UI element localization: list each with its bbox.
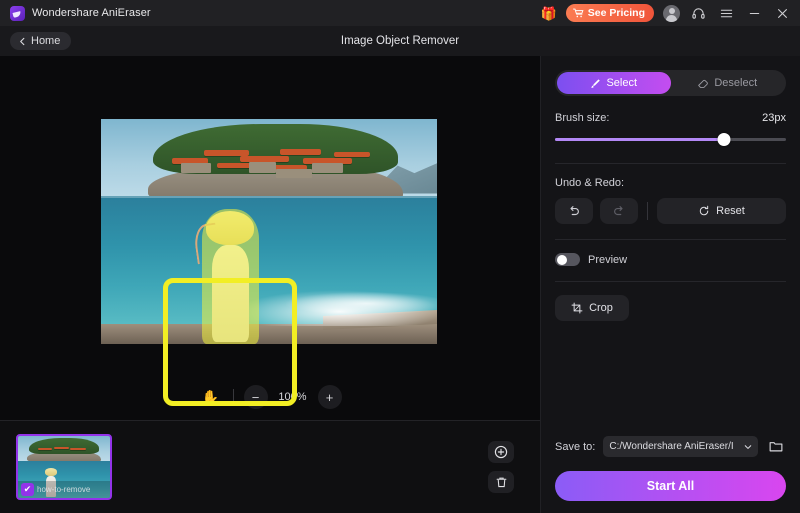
divider bbox=[555, 163, 786, 164]
app-brand: Wondershare AniEraser bbox=[10, 5, 151, 21]
main-body: ✋ − 100% + ✔ how-to-remove Select Desele… bbox=[0, 56, 800, 513]
selection-bounding-box[interactable] bbox=[163, 278, 297, 406]
app-title: Wondershare AniEraser bbox=[32, 7, 151, 19]
brush-size-value: 23px bbox=[762, 112, 786, 124]
start-all-button[interactable]: Start All bbox=[555, 471, 786, 501]
image-wave-foam-2 bbox=[285, 292, 437, 315]
selected-check-icon[interactable]: ✔ bbox=[21, 483, 34, 496]
minimize-icon[interactable] bbox=[745, 4, 764, 23]
filmstrip: ✔ how-to-remove bbox=[0, 420, 540, 513]
delete-image-button[interactable] bbox=[488, 471, 514, 493]
close-icon[interactable] bbox=[773, 4, 792, 23]
see-pricing-button[interactable]: See Pricing bbox=[565, 4, 654, 22]
filmstrip-actions bbox=[488, 421, 514, 513]
image-horizon-line bbox=[101, 195, 437, 198]
crop-icon bbox=[571, 302, 583, 314]
home-button[interactable]: Home bbox=[10, 32, 72, 50]
reset-label: Reset bbox=[716, 205, 745, 217]
user-avatar-icon[interactable] bbox=[663, 4, 680, 22]
page-title: Image Object Remover bbox=[340, 35, 460, 47]
redo-arrow-icon bbox=[614, 206, 623, 216]
thumbnail-filename: how-to-remove bbox=[37, 485, 91, 494]
undo-redo-label: Undo & Redo: bbox=[555, 177, 625, 189]
sub-header: Home Image Object Remover bbox=[0, 26, 800, 56]
browse-folder-button[interactable] bbox=[766, 437, 786, 457]
title-bar-actions: 🎁 See Pricing bbox=[541, 4, 792, 23]
slider-fill bbox=[555, 138, 724, 141]
aneraser-logo-icon bbox=[10, 5, 25, 21]
canvas-stage[interactable] bbox=[0, 56, 540, 406]
brush-size-label: Brush size: bbox=[555, 112, 610, 124]
title-bar: Wondershare AniEraser 🎁 See Pricing bbox=[0, 0, 800, 26]
add-image-button[interactable] bbox=[488, 441, 514, 463]
eraser-icon bbox=[698, 79, 709, 88]
save-path-dropdown[interactable]: C:/Wondershare AniEraser/I bbox=[603, 436, 758, 457]
image-island bbox=[148, 123, 404, 205]
brush-icon bbox=[591, 78, 601, 88]
gift-icon[interactable]: 🎁 bbox=[541, 7, 557, 20]
divider bbox=[647, 202, 648, 220]
list-item[interactable]: ✔ how-to-remove bbox=[16, 434, 112, 500]
save-to-row: Save to: C:/Wondershare AniEraser/I bbox=[555, 436, 786, 457]
divider bbox=[555, 281, 786, 282]
save-to-label: Save to: bbox=[555, 440, 596, 453]
panel-spacer bbox=[555, 335, 786, 436]
deselect-mode-button[interactable]: Deselect bbox=[671, 72, 785, 94]
image-island-buildings bbox=[163, 145, 388, 184]
reset-button[interactable]: Reset bbox=[657, 198, 786, 224]
redo-button[interactable] bbox=[600, 198, 638, 224]
see-pricing-label: See Pricing bbox=[587, 7, 645, 19]
zoom-in-button[interactable]: + bbox=[317, 385, 342, 409]
trash-icon bbox=[496, 477, 506, 487]
tools-panel: Select Deselect Brush size: 23px Undo & … bbox=[540, 56, 800, 513]
aneraser-window: Wondershare AniEraser 🎁 See Pricing Home… bbox=[0, 0, 800, 513]
thumbnail-caption: ✔ how-to-remove bbox=[18, 481, 110, 498]
brush-size-slider[interactable] bbox=[555, 133, 786, 147]
mode-toggle-group: Select Deselect bbox=[555, 70, 786, 96]
headset-icon[interactable] bbox=[689, 4, 708, 23]
cart-icon bbox=[572, 8, 584, 18]
hamburger-menu-icon[interactable] bbox=[717, 4, 736, 23]
editor-area: ✋ − 100% + ✔ how-to-remove bbox=[0, 56, 540, 513]
chevron-left-icon bbox=[20, 37, 25, 45]
undo-button[interactable] bbox=[555, 198, 593, 224]
brush-size-row: Brush size: 23px bbox=[555, 112, 786, 124]
crop-button[interactable]: Crop bbox=[555, 295, 629, 321]
select-mode-button[interactable]: Select bbox=[557, 72, 671, 94]
home-button-label: Home bbox=[31, 35, 61, 47]
folder-open-icon bbox=[769, 442, 783, 452]
chevron-down-icon bbox=[744, 444, 752, 449]
divider bbox=[555, 239, 786, 240]
slider-knob[interactable] bbox=[717, 133, 731, 146]
preview-label: Preview bbox=[588, 253, 628, 266]
plus-circle-icon bbox=[494, 445, 508, 459]
undo-redo-row: Reset bbox=[555, 198, 786, 224]
select-mode-label: Select bbox=[606, 77, 638, 89]
preview-toggle[interactable] bbox=[555, 253, 580, 266]
crop-label: Crop bbox=[589, 302, 613, 314]
undo-arrow-icon bbox=[570, 206, 579, 216]
reset-circular-arrow-icon bbox=[699, 205, 709, 216]
save-path-value: C:/Wondershare AniEraser/I bbox=[609, 441, 734, 452]
preview-row: Preview bbox=[555, 253, 786, 266]
deselect-mode-label: Deselect bbox=[714, 77, 758, 89]
